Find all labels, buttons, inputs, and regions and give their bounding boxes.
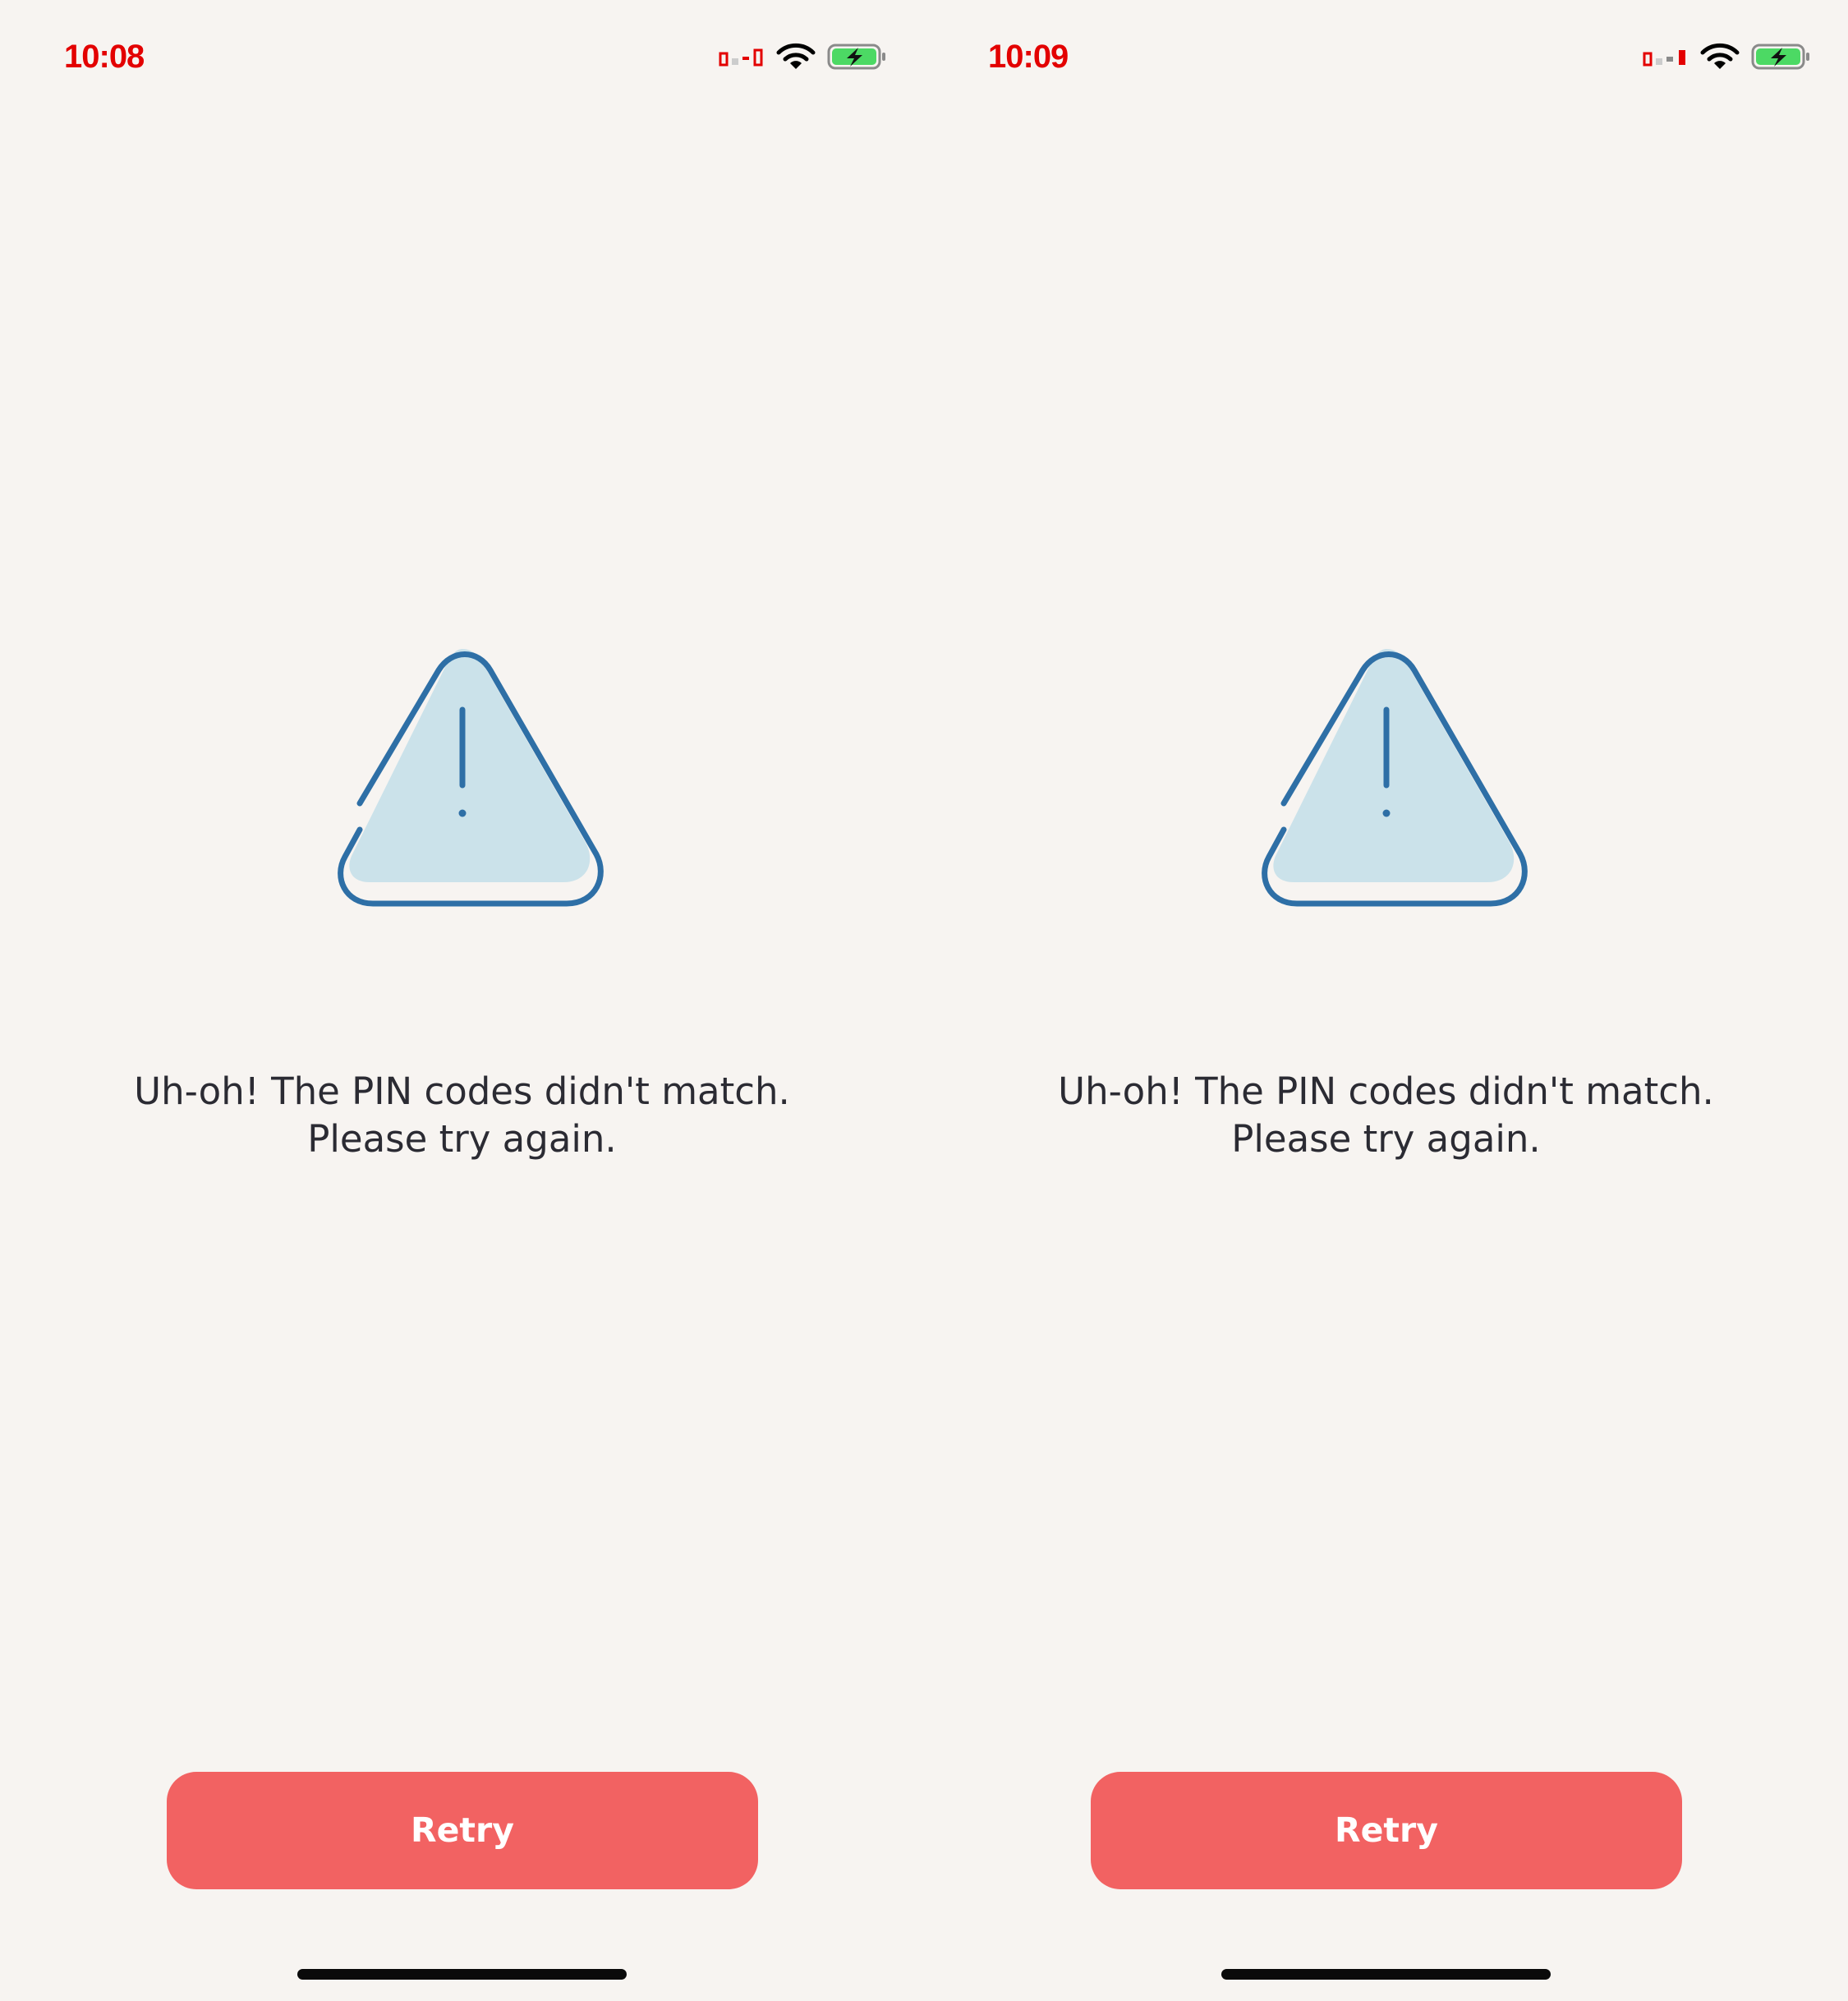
retry-button[interactable]: Retry [1091,1772,1682,1889]
cellular-signal-icon [719,47,765,67]
status-bar-icons [1643,38,1812,76]
battery-charging-icon [1751,43,1812,71]
status-bar-time: 10:09 [988,39,1069,75]
comparison-view: 10:08 Uh-oh! The PIN codes didn't match.… [0,0,1848,2001]
status-bar-time: 10:08 [64,39,145,75]
error-message: Uh-oh! The PIN codes didn't match. Pleas… [134,1070,790,1161]
wifi-icon [776,43,816,71]
retry-button[interactable]: Retry [167,1772,758,1889]
pin-mismatch-screen: 10:08 Uh-oh! The PIN codes didn't match.… [0,0,924,2001]
cellular-signal-icon [1643,47,1689,67]
home-indicator[interactable] [1221,1969,1551,1980]
error-message: Uh-oh! The PIN codes didn't match. Pleas… [1058,1070,1714,1161]
warning-triangle-icon [304,621,621,908]
pin-mismatch-screen: 10:09 Uh-oh! The PIN codes didn't match.… [924,0,1848,2001]
home-indicator[interactable] [297,1969,627,1980]
wifi-icon [1700,43,1740,71]
warning-triangle-icon [1228,621,1545,908]
battery-charging-icon [827,43,888,71]
status-bar-icons [719,38,888,76]
